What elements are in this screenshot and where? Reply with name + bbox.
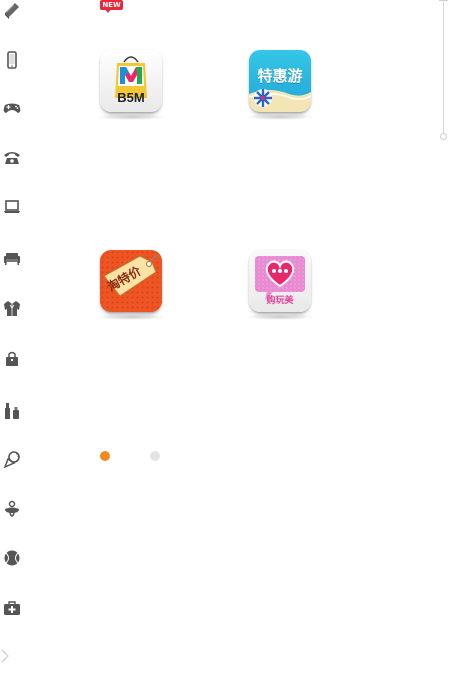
app-tile-b5m[interactable]: B5M	[100, 50, 162, 112]
pacifier-icon[interactable]	[0, 498, 24, 522]
telephone-icon[interactable]	[0, 145, 24, 169]
handbag-icon[interactable]	[0, 347, 24, 371]
book-icon[interactable]	[0, 0, 24, 22]
app-tile-gou[interactable]: 购玩美	[249, 250, 311, 312]
new-badge-tail	[105, 9, 111, 13]
category-sidebar	[0, 0, 28, 700]
gamepad-icon[interactable]	[0, 96, 24, 120]
app-page: NEW B5M 特惠游 淘特价 购玩美	[0, 0, 450, 700]
new-badge: NEW	[100, 0, 123, 14]
app-label-gou: 购玩美	[266, 296, 294, 306]
sofa-icon[interactable]	[0, 246, 24, 270]
chevron-right-icon[interactable]	[0, 648, 12, 664]
phone-icon[interactable]	[0, 48, 24, 72]
ice-cream-icon[interactable]	[0, 447, 24, 471]
pager-dot-1[interactable]	[100, 451, 110, 461]
app-label-b5m: B5M	[117, 90, 145, 105]
new-badge-text: NEW	[100, 0, 123, 10]
pager-dot-2[interactable]	[150, 451, 160, 461]
app-tile-tao[interactable]: 淘特价	[100, 250, 162, 312]
laptop-icon[interactable]	[0, 195, 24, 219]
scrollbar-handle[interactable]	[440, 133, 447, 140]
tile-shadow	[245, 314, 315, 320]
tile-shadow	[96, 114, 166, 120]
ball-icon[interactable]	[0, 546, 24, 570]
app-tile-tehui[interactable]: 特惠游	[249, 50, 311, 112]
jacket-icon[interactable]	[0, 296, 24, 320]
scrollbar-track[interactable]	[443, 0, 444, 136]
app-label-tehui: 特惠游	[257, 67, 303, 85]
medical-kit-icon[interactable]	[0, 596, 24, 620]
tile-shadow	[96, 314, 166, 320]
cosmetics-icon[interactable]	[0, 399, 24, 423]
tile-shadow	[245, 114, 315, 120]
